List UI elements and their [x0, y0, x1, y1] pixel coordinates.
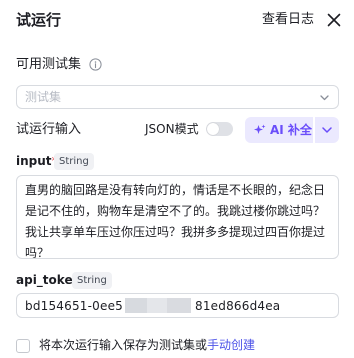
json-mode-toggle[interactable]: [206, 122, 233, 136]
toggle-knob: [207, 123, 219, 135]
redacted-block: [167, 298, 191, 313]
manual-create-link[interactable]: 手动创建: [207, 338, 255, 352]
chevron-down-icon: [320, 95, 329, 101]
save-text: 将本次运行输入保存为测试集或: [39, 338, 208, 352]
testset-label: 可用测试集: [16, 57, 82, 72]
info-icon[interactable]: [89, 58, 102, 71]
field-name-text: input: [16, 154, 52, 168]
type-tag: String: [54, 153, 94, 170]
type-tag: String: [72, 272, 112, 289]
testset-select[interactable]: 测试集: [16, 85, 339, 109]
panel-title: 试运行: [16, 11, 62, 29]
close-icon: [327, 13, 341, 27]
json-mode-label: JSON模式: [145, 122, 199, 136]
redacted-block: [125, 298, 147, 313]
ai-options-dropdown[interactable]: [315, 117, 339, 143]
testset-select-placeholder: 测试集: [25, 90, 62, 104]
close-button[interactable]: [324, 10, 344, 30]
api-token-input[interactable]: bd154651-0ee5 81ed866d4ea: [16, 293, 339, 318]
run-input-label: 试运行输入: [16, 122, 82, 137]
save-as-testset-label: 将本次运行输入保存为测试集或手动创建: [39, 337, 255, 354]
redacted-block: [147, 298, 167, 313]
view-logs-link[interactable]: 查看日志: [262, 10, 314, 30]
ai-complete-button[interactable]: AI 补全: [245, 117, 313, 143]
ai-complete-label: AI 补全: [270, 123, 312, 137]
api-token-value-start: bd154651-0ee5: [25, 299, 124, 313]
api-token-value-end: 81ed866d4ea: [195, 299, 281, 313]
sparkle-icon: [254, 124, 266, 134]
input-textarea[interactable]: 直男的脑回路是没有转向灯的，情话是不长眼的，纪念日是记不住的，购物车是清空不了的…: [16, 175, 339, 259]
save-as-testset-checkbox[interactable]: [16, 339, 30, 353]
input-field-name: input*: [16, 153, 58, 169]
chevron-down-icon: [322, 127, 332, 133]
panel-header: 试运行 查看日志: [16, 10, 344, 32]
